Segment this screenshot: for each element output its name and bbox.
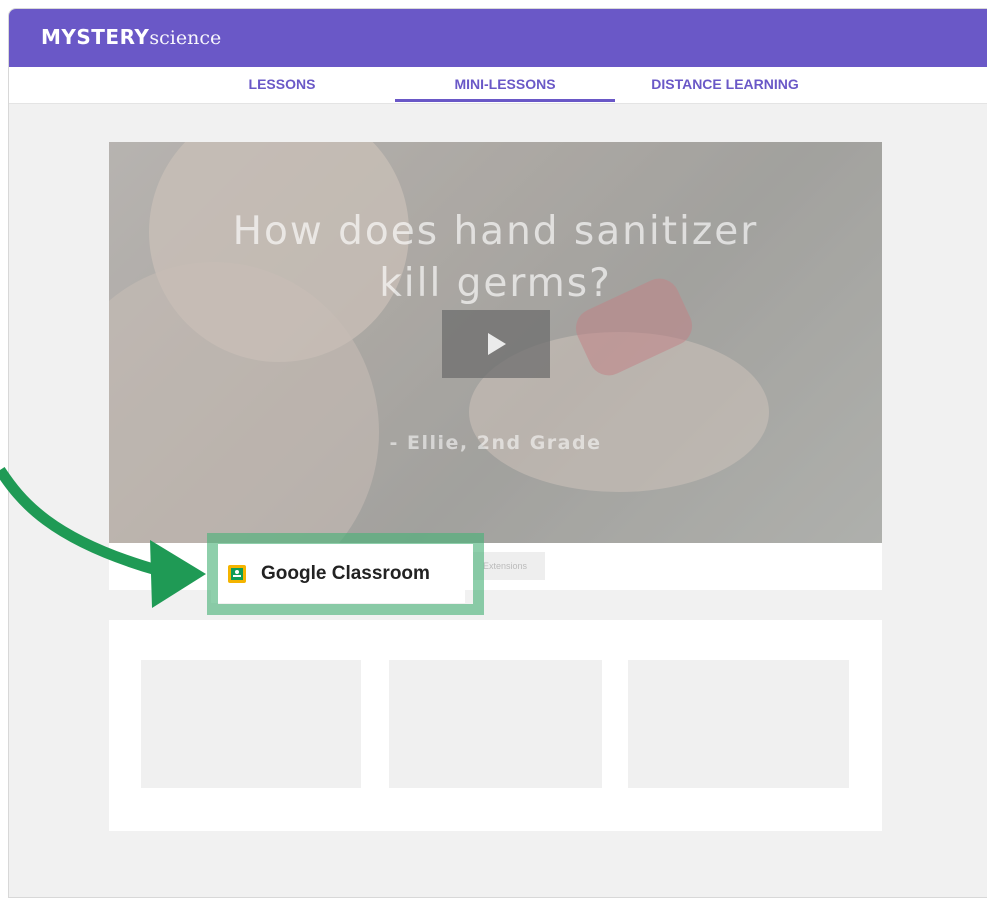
extensions-button[interactable]: Extensions	[473, 552, 545, 580]
tab-mini-lessons[interactable]: MINI-LESSONS	[395, 67, 615, 103]
video-title-line: kill germs?	[379, 261, 612, 306]
card-placeholder[interactable]	[628, 660, 849, 788]
logo-bold-text: MYSTERY	[41, 25, 150, 49]
google-classroom-button[interactable]: Google Classroom	[211, 545, 465, 603]
video-byline: - Ellie, 2nd Grade	[389, 432, 602, 454]
video-title-line: How does hand sanitizer	[232, 209, 759, 254]
tab-lessons[interactable]: LESSONS	[227, 67, 337, 103]
google-classroom-icon-person	[235, 570, 239, 574]
card-placeholder[interactable]	[389, 660, 602, 788]
play-icon	[488, 333, 506, 355]
card-placeholder[interactable]	[141, 660, 361, 788]
mystery-science-logo[interactable]: MYSTERYscience	[41, 23, 221, 52]
video-player[interactable]: How does hand sanitizer kill germs? - El…	[109, 142, 882, 543]
google-classroom-icon-desk	[233, 575, 241, 577]
related-cards-panel	[109, 620, 882, 831]
nav-bar: LESSONS MINI-LESSONS DISTANCE LEARNING	[9, 67, 987, 104]
top-bar: MYSTERYscience	[9, 9, 987, 67]
tab-distance-learning[interactable]: DISTANCE LEARNING	[625, 67, 825, 103]
video-title: How does hand sanitizer kill germs?	[109, 206, 882, 310]
logo-light-text: science	[149, 27, 222, 49]
video-card: How does hand sanitizer kill germs? - El…	[109, 142, 882, 590]
google-classroom-label: Google Classroom	[261, 563, 430, 584]
play-button[interactable]	[442, 310, 550, 378]
google-classroom-icon	[228, 565, 246, 583]
